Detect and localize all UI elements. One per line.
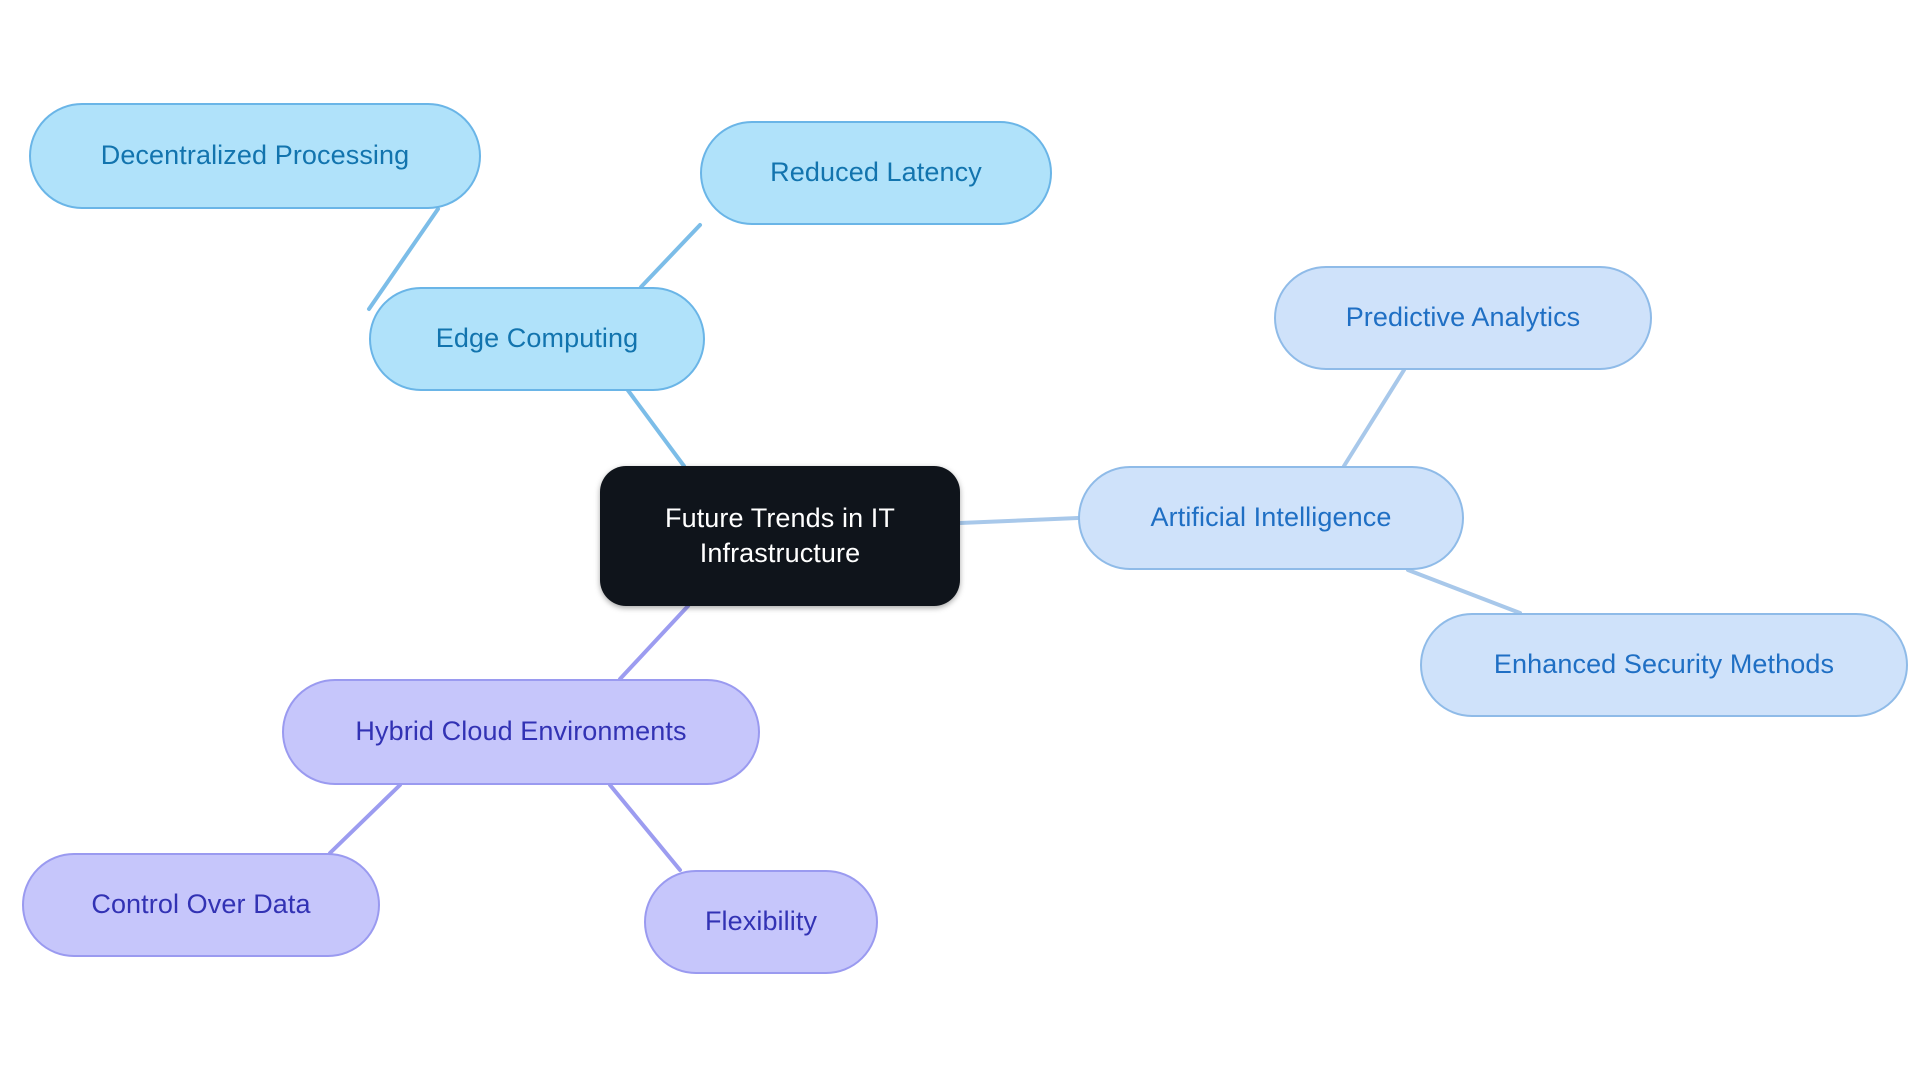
- connector-ai-to-enhanced-security: [1406, 568, 1522, 615]
- mindmap-node-root[interactable]: Future Trends in IT Infrastructure: [600, 466, 960, 606]
- connector-root-to-artificial-intelligence: [958, 516, 1080, 525]
- mindmap-node-enhanced-security-methods[interactable]: Enhanced Security Methods: [1420, 613, 1908, 717]
- connector-edge-computing-to-reduced-latency: [639, 223, 702, 289]
- mindmap-node-control-over-data[interactable]: Control Over Data: [22, 853, 380, 957]
- mindmap-node-decentralized-processing[interactable]: Decentralized Processing: [29, 103, 481, 209]
- connector-hybrid-to-control-over-data: [328, 783, 402, 855]
- mindmap-node-edge-computing[interactable]: Edge Computing: [369, 287, 705, 391]
- connector-root-to-edge-computing: [625, 387, 686, 468]
- connector-root-to-hybrid-cloud: [618, 604, 690, 681]
- mindmap-node-hybrid-cloud-environments[interactable]: Hybrid Cloud Environments: [282, 679, 760, 785]
- mindmap-canvas: Future Trends in IT Infrastructure Edge C…: [0, 0, 1920, 1083]
- mindmap-node-predictive-analytics[interactable]: Predictive Analytics: [1274, 266, 1652, 370]
- mindmap-node-flexibility[interactable]: Flexibility: [644, 870, 878, 974]
- mindmap-node-artificial-intelligence[interactable]: Artificial Intelligence: [1078, 466, 1464, 570]
- mindmap-node-reduced-latency[interactable]: Reduced Latency: [700, 121, 1052, 225]
- connector-hybrid-to-flexibility: [608, 783, 682, 872]
- connector-ai-to-predictive-analytics: [1342, 368, 1406, 468]
